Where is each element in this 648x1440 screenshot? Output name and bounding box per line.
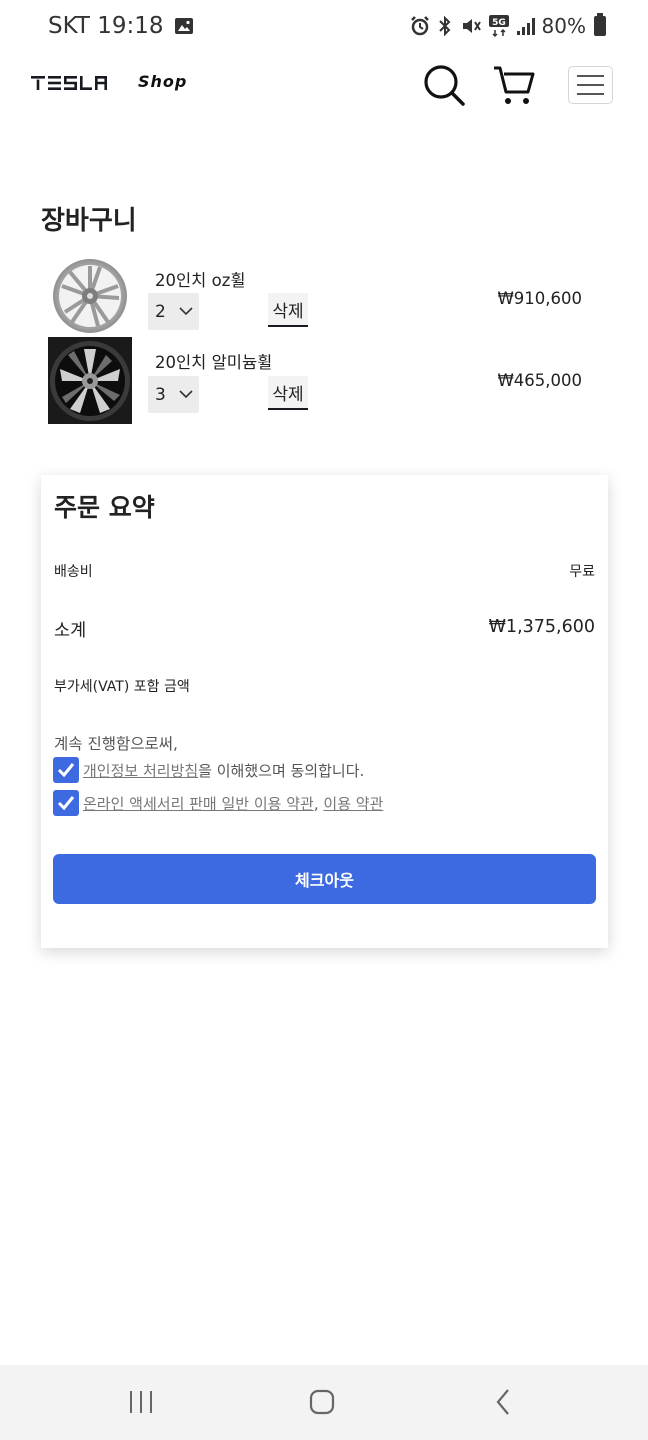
subtotal-value: ₩1,375,600	[488, 617, 595, 637]
menu-button[interactable]	[568, 66, 613, 104]
image-icon	[174, 18, 193, 34]
terms-separator: ,	[313, 794, 324, 813]
subtotal-label: 소계	[54, 621, 87, 641]
delete-button[interactable]: 삭제	[268, 376, 308, 410]
back-button[interactable]	[484, 1385, 524, 1419]
alarm-icon	[410, 16, 429, 36]
signal-icon	[516, 18, 535, 35]
terms-of-use-link[interactable]: 이용 약관	[323, 795, 383, 813]
quantity-value: 3	[155, 384, 166, 405]
item-name: 20인치 oz휠	[155, 271, 246, 290]
cart-title: 장바구니	[41, 206, 137, 236]
chevron-down-icon	[179, 307, 193, 316]
battery-percent: 80%	[541, 14, 586, 38]
5g-icon: 5G	[488, 15, 509, 38]
shipping-value: 무료	[569, 564, 595, 580]
item-price: ₩910,600	[497, 289, 582, 308]
menu-icon-line	[577, 93, 604, 95]
menu-icon-line	[577, 84, 604, 86]
recent-apps-button[interactable]	[121, 1385, 161, 1419]
order-summary: 주문 요약 배송비 무료 소계 ₩1,375,600 부가세(VAT) 포함 금…	[41, 475, 608, 948]
back-icon	[496, 1389, 509, 1415]
status-right: 5G 80%	[410, 13, 606, 38]
quantity-select[interactable]: 2	[148, 293, 199, 330]
checkbox-checked-icon[interactable]	[53, 790, 79, 816]
vat-label: 부가세(VAT) 포함 금액	[54, 679, 190, 695]
search-icon[interactable]	[423, 64, 465, 106]
tesla-logo[interactable]	[31, 75, 107, 91]
cart-icon[interactable]	[492, 64, 536, 106]
battery-icon	[594, 13, 606, 36]
item-price: ₩465,000	[497, 371, 582, 390]
site-header: Shop	[0, 56, 648, 116]
wheel-image-aluminum	[48, 337, 132, 424]
home-button[interactable]	[302, 1385, 342, 1419]
privacy-policy-link[interactable]: 개인정보 처리방침	[83, 762, 198, 780]
carrier-time: SKT 19:18	[48, 13, 164, 39]
status-left: SKT 19:18	[48, 13, 194, 39]
checkbox-checked-icon[interactable]	[53, 757, 79, 783]
quantity-select[interactable]: 3	[148, 376, 199, 413]
chevron-down-icon	[179, 390, 193, 399]
bluetooth-icon	[438, 15, 450, 37]
checkout-button[interactable]: 체크아웃	[53, 854, 596, 904]
recent-apps-icon	[130, 1391, 152, 1413]
status-bar: SKT 19:18 5G 80%	[0, 0, 648, 56]
accessory-terms-link[interactable]: 온라인 액세서리 판매 일반 이용 약관	[83, 795, 314, 813]
agreement-text: 온라인 액세서리 판매 일반 이용 약관, 이용 약관	[83, 793, 383, 814]
summary-title: 주문 요약	[54, 493, 155, 522]
cart-item: 20인치 oz휠 2 삭제 ₩910,600	[0, 256, 648, 342]
agreement-privacy: 개인정보 처리방침을 이해했으며 동의합니다.	[53, 756, 364, 784]
quantity-value: 2	[155, 301, 166, 322]
delete-button[interactable]: 삭제	[268, 293, 308, 327]
system-nav-bar	[0, 1365, 648, 1440]
agreement-rest: 을 이해했으며 동의합니다.	[198, 761, 365, 780]
svg-text:5G: 5G	[492, 18, 506, 28]
menu-icon	[577, 75, 604, 77]
mute-icon	[462, 19, 481, 33]
continue-text: 계속 진행함으로써,	[54, 735, 178, 753]
shipping-label: 배송비	[54, 564, 93, 580]
item-name: 20인치 알미늄휠	[155, 353, 273, 372]
cart-item: 20인치 알미늄휠 3 삭제 ₩465,000	[0, 336, 648, 424]
agreement-text: 개인정보 처리방침을 이해했으며 동의합니다.	[83, 760, 364, 781]
shop-link[interactable]: Shop	[138, 72, 187, 91]
agreement-terms: 온라인 액세서리 판매 일반 이용 약관, 이용 약관	[53, 789, 383, 817]
home-icon	[309, 1389, 335, 1415]
wheel-image-oz	[48, 258, 132, 334]
